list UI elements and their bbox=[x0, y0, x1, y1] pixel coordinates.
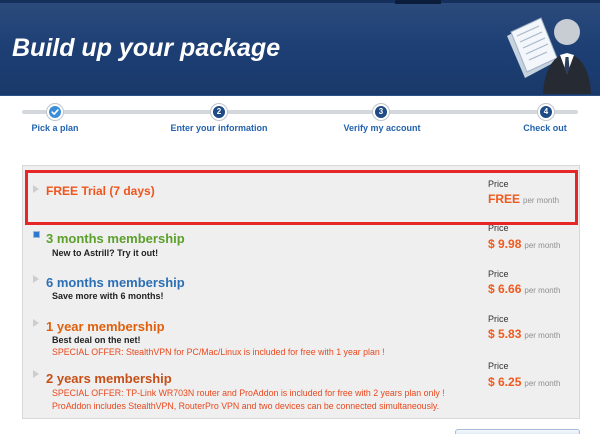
plan-tagline: Save more with 6 months! bbox=[52, 291, 164, 301]
step-label-check-out: Check out bbox=[523, 123, 567, 133]
plan-option-2-years[interactable]: 2 years membership SPECIAL OFFER: TP-Lin… bbox=[23, 358, 579, 416]
plan-title: 1 year membership bbox=[46, 319, 165, 334]
step-number: 2 bbox=[216, 107, 222, 116]
plan-option-6-months[interactable]: 6 months membership Save more with 6 mon… bbox=[23, 267, 579, 309]
plan-option-1-year[interactable]: 1 year membership Best deal on the net! … bbox=[23, 310, 579, 358]
price: $ 6.66 per month bbox=[488, 282, 560, 298]
step-label-verify-account: Verify my account bbox=[343, 123, 421, 133]
checkmark-icon bbox=[51, 109, 59, 115]
price-unit: per month bbox=[524, 286, 561, 295]
price-unit: per month bbox=[524, 331, 561, 340]
special-offer-note: ProAddon includes StealthVPN, RouterPro … bbox=[52, 401, 440, 411]
price-value: $ 5.83 bbox=[488, 327, 522, 341]
header-top-strip bbox=[0, 0, 600, 3]
step-indicator-2: 2 bbox=[211, 104, 227, 120]
price-unit: per month bbox=[524, 241, 561, 250]
triangle-right-icon bbox=[33, 370, 39, 378]
continue-button[interactable] bbox=[455, 429, 580, 434]
active-tab-indicator bbox=[395, 0, 441, 4]
price-value: $ 6.25 bbox=[488, 375, 522, 389]
page-title: Build up your package bbox=[12, 34, 281, 62]
step-indicator-4: 4 bbox=[538, 104, 554, 120]
highlight-box bbox=[25, 170, 578, 225]
plan-title: 6 months membership bbox=[46, 275, 185, 290]
price-label: Price bbox=[488, 314, 509, 324]
step-number: 4 bbox=[543, 107, 549, 116]
price: $ 6.25 per month bbox=[488, 375, 560, 391]
user-documents-icon bbox=[507, 17, 591, 94]
plan-title: 2 years membership bbox=[46, 371, 172, 386]
special-offer-text: SPECIAL OFFER: StealthVPN for PC/Mac/Lin… bbox=[52, 347, 385, 357]
price-unit: per month bbox=[524, 379, 561, 388]
plan-option-3-months[interactable]: 3 months membership New to Astrill? Try … bbox=[23, 220, 579, 266]
step-indicator-1 bbox=[47, 104, 63, 120]
special-offer-text: SPECIAL OFFER: TP-Link WR703N router and… bbox=[52, 388, 445, 398]
step-number: 3 bbox=[378, 107, 384, 116]
price: $ 5.83 per month bbox=[488, 327, 560, 343]
triangle-right-icon bbox=[33, 319, 39, 327]
price-label: Price bbox=[488, 269, 509, 279]
progress-track bbox=[22, 110, 578, 114]
step-label-enter-information: Enter your information bbox=[170, 123, 268, 133]
step-indicator-3: 3 bbox=[373, 104, 389, 120]
person-head bbox=[554, 19, 580, 45]
price-value: $ 6.66 bbox=[488, 282, 522, 296]
plan-title: 3 months membership bbox=[46, 231, 185, 246]
selected-square-icon bbox=[33, 231, 40, 238]
plan-tagline: Best deal on the net! bbox=[52, 335, 141, 345]
triangle-right-icon bbox=[33, 275, 39, 283]
step-label-pick-a-plan: Pick a plan bbox=[31, 123, 79, 133]
plan-tagline: New to Astrill? Try it out! bbox=[52, 248, 159, 258]
price: $ 9.98 per month bbox=[488, 237, 560, 253]
price-value: $ 9.98 bbox=[488, 237, 522, 251]
price-label: Price bbox=[488, 361, 509, 371]
